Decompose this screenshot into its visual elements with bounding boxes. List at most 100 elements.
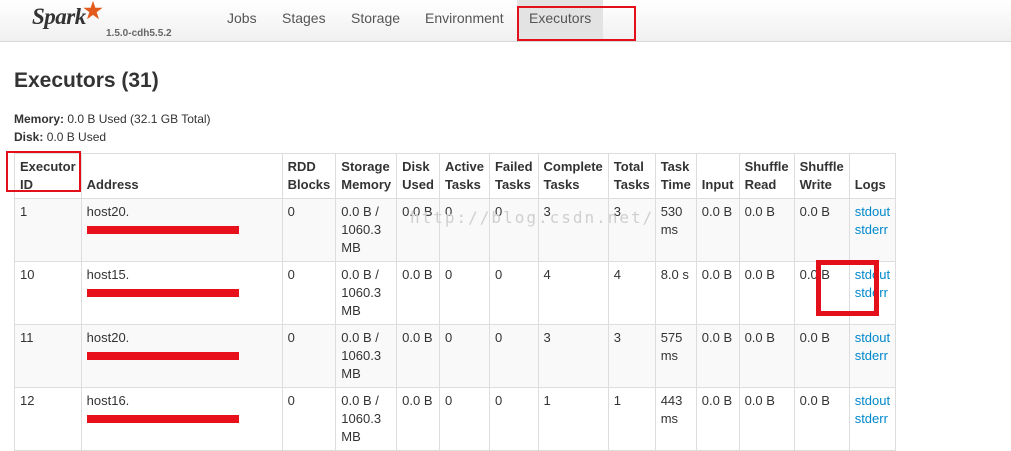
col-disk-used[interactable]: Disk Used [396,153,440,199]
shuffle-write: 0.0 B [793,198,850,262]
col-input[interactable]: Input [695,153,740,199]
highlight-executor-id-header [6,151,81,192]
page-title: Executors (31) [14,69,159,92]
storage-memory: 0.0 B / 1060.3 MB [335,198,398,262]
col-complete-tasks[interactable]: Complete Tasks [537,153,609,199]
active-tasks: 0 [438,324,490,388]
logs: stdout stderr [848,198,897,262]
navbar: Spark 1.5.0-cdh5.5.2 Jobs Stages Storage… [0,0,1011,42]
total-tasks: 3 [607,324,656,388]
executor-id: 1 [14,198,82,262]
shuffle-write: 0.0 B [793,324,850,388]
col-failed-tasks[interactable]: Failed Tasks [488,153,539,199]
active-tasks: 0 [438,261,490,325]
highlight-log-links [816,260,879,316]
input: 0.0 B [695,324,740,388]
logs: stdout stderr [848,387,897,451]
table-row: 12 host16. 0 0.0 B / 1060.3 MB 0.0 B 0 0… [14,387,897,451]
executor-address: host16. [80,387,283,451]
rdd-blocks: 0 [281,261,337,325]
rdd-blocks: 0 [281,387,337,451]
stdout-link[interactable]: stdout [855,392,890,410]
input: 0.0 B [695,387,740,451]
executors-table: Executor ID Address RDD Blocks Storage M… [14,153,897,451]
col-shuffle-write[interactable]: Shuffle Write [793,153,850,199]
redaction-mark [86,351,239,360]
executor-id: 12 [14,387,82,451]
executor-id: 11 [14,324,82,388]
col-storage-memory[interactable]: Storage Memory [335,153,398,199]
col-address[interactable]: Address [80,153,283,199]
redaction-mark [86,288,239,297]
complete-tasks: 3 [537,324,609,388]
input: 0.0 B [695,198,740,262]
active-tasks: 0 [438,387,490,451]
table-row: 11 host20. 0 0.0 B / 1060.3 MB 0.0 B 0 0… [14,324,897,388]
task-time: 443 ms [654,387,697,451]
col-total-tasks[interactable]: Total Tasks [607,153,656,199]
col-logs: Logs [848,153,897,199]
stdout-link[interactable]: stdout [855,203,890,221]
nav-jobs[interactable]: Jobs [227,0,257,40]
table-row: 10 host15. 0 0.0 B / 1060.3 MB 0.0 B 0 0… [14,261,897,325]
col-rdd-blocks[interactable]: RDD Blocks [281,153,337,199]
logs: stdout stderr [848,324,897,388]
shuffle-read: 0.0 B [738,387,795,451]
memory-value: 0.0 B Used (32.1 GB Total) [67,112,211,126]
brand-version: 1.5.0-cdh5.5.2 [106,28,172,39]
storage-memory: 0.0 B / 1060.3 MB [335,324,398,388]
storage-memory: 0.0 B / 1060.3 MB [335,387,398,451]
executor-address: host20. [80,198,283,262]
col-task-time[interactable]: Task Time [654,153,697,199]
executor-address: host20. [80,324,283,388]
executor-address: host15. [80,261,283,325]
spark-star-icon [83,0,103,20]
highlight-executors-tab [517,6,636,41]
address-text: host20. [86,330,130,345]
nav-storage[interactable]: Storage [351,0,400,40]
disk-used: 0.0 B [396,324,440,388]
address-text: host16. [86,393,130,408]
total-tasks: 1 [607,387,656,451]
rdd-blocks: 0 [281,198,337,262]
address-text: host15. [86,267,130,282]
task-time: 8.0 s [654,261,697,325]
col-active-tasks[interactable]: Active Tasks [438,153,490,199]
disk-used: 0.0 B [396,261,440,325]
task-time: 575 ms [654,324,697,388]
task-time: 530 ms [654,198,697,262]
col-shuffle-read[interactable]: Shuffle Read [738,153,795,199]
stderr-link[interactable]: stderr [855,221,890,239]
memory-summary: Memory: 0.0 B Used (32.1 GB Total) [14,110,211,128]
disk-used: 0.0 B [396,387,440,451]
watermark: http://blog.csdn.net/ [410,208,655,227]
complete-tasks: 1 [537,387,609,451]
rdd-blocks: 0 [281,324,337,388]
disk-value: 0.0 B Used [46,130,107,144]
failed-tasks: 0 [488,261,539,325]
redaction-mark [86,225,239,234]
shuffle-write: 0.0 B [793,387,850,451]
executor-id: 10 [14,261,82,325]
disk-summary: Disk: 0.0 B Used [14,128,211,146]
shuffle-read: 0.0 B [738,324,795,388]
nav-environment[interactable]: Environment [425,0,504,40]
nav-stages[interactable]: Stages [282,0,326,40]
failed-tasks: 0 [488,387,539,451]
disk-label: Disk: [14,130,44,144]
complete-tasks: 4 [537,261,609,325]
storage-summary: Memory: 0.0 B Used (32.1 GB Total) Disk:… [14,110,211,146]
stderr-link[interactable]: stderr [855,347,890,365]
address-text: host20. [86,204,130,219]
storage-memory: 0.0 B / 1060.3 MB [335,261,398,325]
input: 0.0 B [695,261,740,325]
failed-tasks: 0 [488,324,539,388]
total-tasks: 4 [607,261,656,325]
stdout-link[interactable]: stdout [855,329,890,347]
memory-label: Memory: [14,112,65,126]
stderr-link[interactable]: stderr [855,410,890,428]
shuffle-read: 0.0 B [738,198,795,262]
shuffle-read: 0.0 B [738,261,795,325]
table-header-row: Executor ID Address RDD Blocks Storage M… [14,153,897,199]
brand-name: Spark [32,4,86,29]
